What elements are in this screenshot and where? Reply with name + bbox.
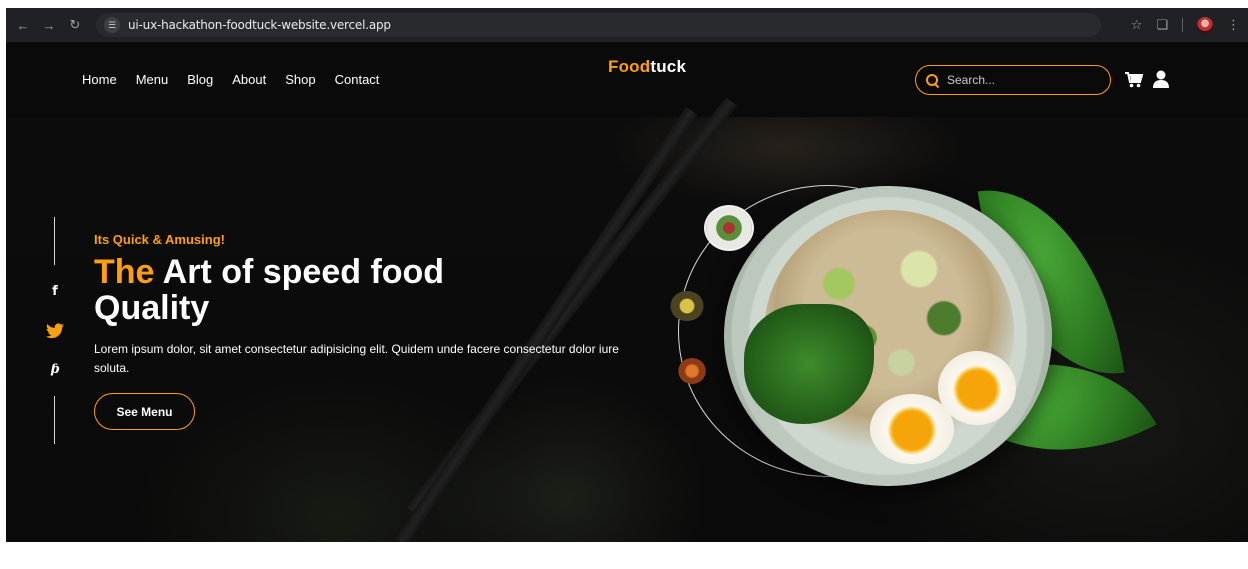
- boiled-egg-image: [870, 394, 954, 464]
- dish-thumbnail-2[interactable]: [670, 291, 704, 321]
- social-rail-bottom-line: [54, 396, 55, 444]
- toolbar-divider: [1182, 18, 1183, 32]
- headline-line2: Quality: [94, 289, 210, 327]
- nav-home[interactable]: Home: [82, 72, 117, 87]
- headline-accent: The: [94, 253, 155, 291]
- logo-part-tuck: tuck: [650, 57, 687, 76]
- hero-tagline: Its Quick & Amusing!: [94, 232, 225, 247]
- page-viewport: Foodtuck Home Menu Blog About Shop Conta…: [6, 42, 1248, 542]
- browser-nav-buttons: ← → ↻: [12, 14, 86, 36]
- hero-description: Lorem ipsum dolor, sit amet consectetur …: [94, 342, 619, 375]
- main-nav: Home Menu Blog About Shop Contact: [82, 72, 379, 87]
- arrow-left-icon: ←: [16, 17, 30, 33]
- search-box[interactable]: [915, 65, 1111, 95]
- profile-avatar[interactable]: [1197, 17, 1213, 33]
- bookmark-star-icon[interactable]: ☆: [1131, 17, 1143, 33]
- dish-thumbnail-1[interactable]: [704, 205, 754, 251]
- browser-actions: ☆ ❏ ⋮: [1131, 17, 1248, 33]
- browser-toolbar: ← → ↻ ☰ ui-ux-hackathon-foodtuck-website…: [6, 8, 1248, 42]
- social-rail-top-line: [54, 217, 55, 265]
- nav-about[interactable]: About: [232, 72, 266, 87]
- back-button[interactable]: ←: [12, 14, 34, 36]
- reload-icon: ↻: [69, 17, 81, 32]
- facebook-icon[interactable]: f: [46, 282, 64, 300]
- address-bar-url: ui-ux-hackathon-foodtuck-website.vercel.…: [128, 18, 391, 32]
- pinterest-icon[interactable]: ƥ: [46, 360, 64, 378]
- nav-menu[interactable]: Menu: [136, 72, 169, 87]
- address-bar[interactable]: ☰ ui-ux-hackathon-foodtuck-website.verce…: [96, 13, 1101, 37]
- hero-headline: The Art of speed food Quality: [94, 254, 564, 326]
- twitter-icon[interactable]: [46, 322, 64, 340]
- site-logo[interactable]: Foodtuck: [608, 57, 686, 77]
- cart-icon[interactable]: [1125, 72, 1143, 88]
- dish-thumbnail-3[interactable]: [678, 358, 706, 384]
- user-icon[interactable]: [1153, 70, 1169, 88]
- search-input[interactable]: [947, 73, 1097, 87]
- arrow-right-icon: →: [42, 17, 56, 33]
- search-icon: [926, 73, 939, 87]
- kebab-menu-icon[interactable]: ⋮: [1227, 17, 1240, 33]
- nav-contact[interactable]: Contact: [335, 72, 380, 87]
- forward-button[interactable]: →: [38, 14, 60, 36]
- page-bottom-strip: [6, 542, 1248, 569]
- extensions-icon[interactable]: ❏: [1156, 17, 1168, 33]
- reload-button[interactable]: ↻: [64, 14, 86, 36]
- see-menu-button[interactable]: See Menu: [94, 393, 195, 430]
- nav-blog[interactable]: Blog: [187, 72, 213, 87]
- headline-line1: Art of speed food: [154, 253, 445, 291]
- site-info-icon[interactable]: ☰: [104, 17, 120, 33]
- nav-shop[interactable]: Shop: [285, 72, 315, 87]
- logo-part-food: Food: [608, 57, 651, 76]
